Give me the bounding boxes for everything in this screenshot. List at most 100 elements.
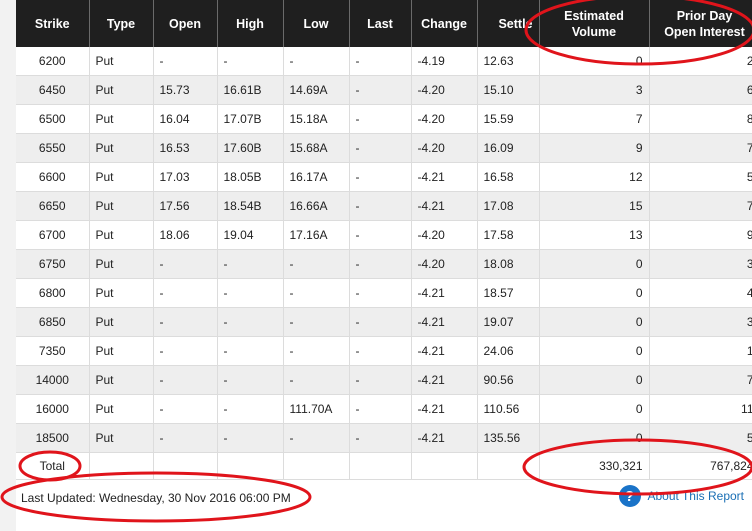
- table-row: 6600Put17.0318.05B16.17A--4.2116.58125: [16, 162, 752, 192]
- strike-cell: 7350: [16, 336, 90, 366]
- last-cell: -: [349, 249, 412, 279]
- high-cell: -: [217, 47, 284, 76]
- strike-cell: 18500: [16, 423, 90, 453]
- settle-cell: 18.08: [477, 249, 540, 279]
- open-interest-cell: 3: [649, 307, 752, 337]
- high-cell: 17.60B: [217, 133, 284, 163]
- about-report-link[interactable]: ? About This Report: [618, 485, 745, 507]
- last-cell: -: [349, 336, 412, 366]
- estimated-volume-cell: 12: [539, 162, 650, 192]
- type-cell: Put: [89, 104, 154, 134]
- header-line: Open Interest: [664, 24, 745, 39]
- table-row: 6500Put16.0417.07B15.18A--4.2015.5978: [16, 104, 752, 134]
- strike-cell: 16000: [16, 394, 90, 424]
- last-cell: -: [349, 75, 412, 105]
- type-cell: Put: [89, 191, 154, 221]
- low-cell: -: [283, 47, 350, 76]
- col-header-estimated-volume[interactable]: Estimated Volume: [539, 0, 650, 47]
- settle-cell: 16.09: [477, 133, 540, 163]
- empty-cell: [217, 452, 284, 480]
- last-cell: -: [349, 191, 412, 221]
- change-cell: -4.21: [411, 423, 478, 453]
- high-cell: -: [217, 278, 284, 308]
- empty-cell: [349, 452, 412, 480]
- total-estimated-volume: 330,321: [539, 452, 650, 480]
- last-cell: -: [349, 394, 412, 424]
- table-row: 6550Put16.5317.60B15.68A--4.2016.0997: [16, 133, 752, 163]
- col-header-prior-open-interest[interactable]: Prior Day Open Interest: [649, 0, 752, 47]
- empty-cell: [89, 452, 154, 480]
- high-cell: 17.07B: [217, 104, 284, 134]
- change-cell: -4.21: [411, 394, 478, 424]
- estimated-volume-cell: 0: [539, 394, 650, 424]
- change-cell: -4.21: [411, 191, 478, 221]
- col-header-strike[interactable]: Strike: [16, 0, 90, 47]
- estimated-volume-cell: 0: [539, 307, 650, 337]
- high-cell: -: [217, 365, 284, 395]
- settle-cell: 110.56: [477, 394, 540, 424]
- report-footer: Last Updated: Wednesday, 30 Nov 2016 06:…: [16, 482, 752, 514]
- col-header-last[interactable]: Last: [349, 0, 412, 47]
- last-cell: -: [349, 47, 412, 76]
- help-icon: ?: [618, 485, 641, 507]
- open-cell: 16.04: [153, 104, 218, 134]
- type-cell: Put: [89, 423, 154, 453]
- low-cell: -: [283, 307, 350, 337]
- open-cell: -: [153, 365, 218, 395]
- estimated-volume-cell: 13: [539, 220, 650, 250]
- col-header-change[interactable]: Change: [411, 0, 478, 47]
- open-interest-cell: 3: [649, 249, 752, 279]
- settle-cell: 17.08: [477, 191, 540, 221]
- strike-cell: 6500: [16, 104, 90, 134]
- high-cell: 16.61B: [217, 75, 284, 105]
- change-cell: -4.20: [411, 104, 478, 134]
- last-cell: -: [349, 365, 412, 395]
- open-cell: -: [153, 249, 218, 279]
- open-interest-cell: 4: [649, 278, 752, 308]
- col-header-low[interactable]: Low: [283, 0, 350, 47]
- last-updated-text: Last Updated: Wednesday, 30 Nov 2016 06:…: [21, 491, 291, 505]
- col-header-type[interactable]: Type: [89, 0, 154, 47]
- strike-cell: 6700: [16, 220, 90, 250]
- high-cell: 18.05B: [217, 162, 284, 192]
- estimated-volume-cell: 0: [539, 365, 650, 395]
- high-cell: 19.04: [217, 220, 284, 250]
- strike-cell: 6200: [16, 47, 90, 76]
- settlements-table: Strike Type Open High Low Last Change Se…: [16, 0, 752, 480]
- open-interest-cell: 5: [649, 162, 752, 192]
- type-cell: Put: [89, 220, 154, 250]
- col-header-open[interactable]: Open: [153, 0, 218, 47]
- table-row: 6200Put-----4.1912.6302: [16, 47, 752, 76]
- last-cell: -: [349, 423, 412, 453]
- low-cell: 15.18A: [283, 104, 350, 134]
- open-interest-cell: 11: [649, 394, 752, 424]
- about-report-label: About This Report: [647, 489, 745, 503]
- settle-cell: 17.58: [477, 220, 540, 250]
- total-label: Total: [16, 452, 90, 480]
- last-cell: -: [349, 104, 412, 134]
- open-cell: -: [153, 336, 218, 366]
- low-cell: -: [283, 423, 350, 453]
- open-interest-cell: 1: [649, 336, 752, 366]
- open-interest-cell: 8: [649, 104, 752, 134]
- change-cell: -4.21: [411, 365, 478, 395]
- col-header-settle[interactable]: Settle: [477, 0, 540, 47]
- type-cell: Put: [89, 278, 154, 308]
- low-cell: 16.66A: [283, 191, 350, 221]
- header-line: Prior Day: [676, 8, 733, 23]
- estimated-volume-cell: 15: [539, 191, 650, 221]
- col-header-high[interactable]: High: [217, 0, 284, 47]
- high-cell: -: [217, 423, 284, 453]
- high-cell: 18.54B: [217, 191, 284, 221]
- low-cell: 14.69A: [283, 75, 350, 105]
- open-cell: -: [153, 423, 218, 453]
- change-cell: -4.20: [411, 75, 478, 105]
- open-interest-cell: 9: [649, 220, 752, 250]
- estimated-volume-cell: 0: [539, 336, 650, 366]
- change-cell: -4.20: [411, 220, 478, 250]
- estimated-volume-cell: 0: [539, 249, 650, 279]
- settle-cell: 18.57: [477, 278, 540, 308]
- table-header-row: Strike Type Open High Low Last Change Se…: [16, 0, 752, 47]
- settle-cell: 135.56: [477, 423, 540, 453]
- table-row: 6850Put-----4.2119.0703: [16, 307, 752, 337]
